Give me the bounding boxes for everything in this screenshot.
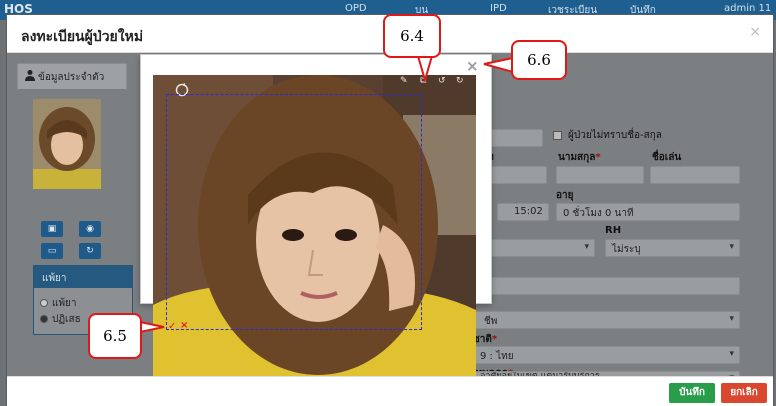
callout-6-6: 6.6: [511, 40, 567, 80]
callout-6-4: 6.4: [383, 14, 441, 58]
callout-6-5: 6.5: [88, 313, 142, 359]
